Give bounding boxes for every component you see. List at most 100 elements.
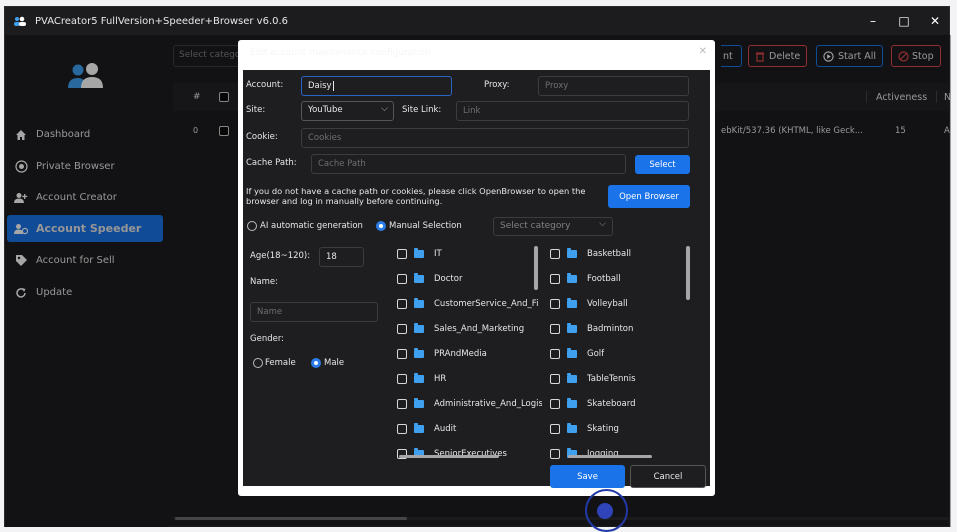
category-checkbox[interactable] (550, 299, 560, 309)
site-link-label: Site Link: (402, 105, 442, 115)
category-checkbox[interactable] (550, 374, 560, 384)
list-item[interactable]: Badminton (544, 321, 633, 337)
manual-selection-label: Manual Selection (389, 221, 462, 231)
name-input[interactable]: Name (250, 302, 378, 322)
gender-label: Gender: (250, 334, 285, 344)
category-label: Administrative_And_Logis (434, 399, 542, 409)
horizontal-scrollbar-thumb[interactable] (399, 455, 499, 458)
site-label: Site: (246, 105, 266, 115)
ai-generation-label: AI automatic generation (260, 221, 363, 231)
male-radio[interactable] (311, 358, 321, 368)
category-checkbox[interactable] (550, 249, 560, 259)
category-checkbox[interactable] (397, 399, 407, 409)
folder-icon (414, 248, 424, 258)
name-label: Name: (250, 277, 278, 287)
dialog-body: Account: Daisy Proxy: Proxy Site: YouTub… (243, 70, 710, 488)
age-label: Age(18~120): (250, 251, 311, 261)
dialog-title: Edit account maintenance configuration (250, 48, 431, 58)
category-checkbox[interactable] (397, 324, 407, 334)
category-checkbox[interactable] (550, 349, 560, 359)
site-value: YouTube (308, 105, 343, 115)
category-label: IT (434, 249, 442, 259)
folder-icon (414, 423, 424, 433)
proxy-input[interactable]: Proxy (538, 76, 689, 96)
category-checkbox[interactable] (550, 324, 560, 334)
list-item[interactable]: Football (544, 271, 621, 287)
list-item[interactable]: HR (391, 371, 446, 387)
open-browser-hint: If you do not have a cache path or cooki… (246, 186, 586, 206)
female-label: Female (265, 358, 296, 368)
category-checkbox[interactable] (397, 274, 407, 284)
folder-icon (414, 348, 424, 358)
cache-path-input[interactable]: Cache Path (311, 154, 626, 174)
category-checkbox[interactable] (397, 349, 407, 359)
list-item[interactable]: Doctor (391, 271, 462, 287)
folder-icon (414, 398, 424, 408)
category-label: Skating (587, 424, 619, 434)
folder-icon (567, 323, 577, 333)
category-checkbox[interactable] (397, 374, 407, 384)
cookie-input[interactable]: Cookies (301, 128, 689, 148)
list-item[interactable]: TableTennis (544, 371, 636, 387)
cookie-label: Cookie: (246, 132, 278, 142)
list-item[interactable]: CustomerService_And_Fi (391, 296, 538, 312)
category-checkbox[interactable] (550, 424, 560, 434)
dialog-close-icon[interactable]: ✕ (699, 46, 707, 57)
list-item[interactable]: Skateboard (544, 396, 636, 412)
list-item[interactable]: IT (391, 246, 442, 262)
list-item[interactable]: PRAndMedia (391, 346, 487, 362)
maximize-button[interactable]: □ (889, 7, 919, 35)
vertical-scrollbar-thumb[interactable] (534, 246, 538, 290)
category-checkbox[interactable] (397, 424, 407, 434)
age-input[interactable]: 18 (319, 247, 364, 267)
select-path-button[interactable]: Select (635, 155, 690, 174)
save-button[interactable]: Save (550, 465, 625, 488)
vertical-scrollbar-thumb[interactable] (686, 246, 690, 300)
category-list-right[interactable]: Basketball Football Volleyball Badminton… (544, 242, 694, 460)
ai-generation-radio[interactable] (247, 221, 257, 231)
account-input[interactable]: Daisy (301, 76, 452, 96)
folder-icon (567, 398, 577, 408)
list-item[interactable]: Volleyball (544, 296, 628, 312)
minimize-button[interactable]: – (858, 7, 888, 35)
list-item[interactable]: Audit (391, 421, 456, 437)
list-item[interactable]: Skating (544, 421, 619, 437)
category-label: TableTennis (587, 374, 636, 384)
category-label: Golf (587, 349, 605, 359)
folder-icon (414, 373, 424, 383)
category-checkbox[interactable] (550, 449, 560, 459)
chevron-down-icon: ⌵ (599, 219, 606, 229)
folder-icon (567, 273, 577, 283)
open-browser-button[interactable]: Open Browser (608, 185, 690, 208)
folder-icon (567, 423, 577, 433)
horizontal-scrollbar-thumb[interactable] (568, 455, 652, 458)
manual-selection-radio[interactable] (376, 221, 386, 231)
category-checkbox[interactable] (550, 274, 560, 284)
category-list-left[interactable]: IT Doctor CustomerService_And_Fi Sales_A… (391, 242, 542, 460)
category-checkbox[interactable] (397, 299, 407, 309)
folder-icon (567, 298, 577, 308)
list-item[interactable]: Sales_And_Marketing (391, 321, 524, 337)
male-label: Male (324, 358, 345, 368)
folder-icon (567, 248, 577, 258)
cancel-button[interactable]: Cancel (630, 465, 706, 488)
site-select[interactable]: YouTube ⌵ (301, 101, 394, 121)
folder-icon (414, 273, 424, 283)
category-dropdown[interactable]: Select category ⌵ (493, 217, 613, 236)
site-link-input[interactable]: Link (456, 101, 689, 121)
account-value: Daisy (308, 81, 332, 91)
title-bar: PVACreator5 FullVersion+Speeder+Browser … (5, 7, 949, 35)
folder-icon (567, 373, 577, 383)
chevron-down-icon: ⌵ (381, 104, 388, 114)
list-item[interactable]: Golf (544, 346, 604, 362)
list-item[interactable]: Administrative_And_Logis (391, 396, 542, 412)
folder-icon (414, 323, 424, 333)
female-radio[interactable] (253, 358, 263, 368)
folder-icon (567, 348, 577, 358)
close-window-button[interactable]: ✕ (920, 7, 950, 35)
list-item[interactable]: Basketball (544, 246, 631, 262)
category-checkbox[interactable] (397, 249, 407, 259)
cache-path-label: Cache Path: (246, 158, 297, 168)
account-label: Account: (246, 80, 284, 90)
category-checkbox[interactable] (550, 399, 560, 409)
